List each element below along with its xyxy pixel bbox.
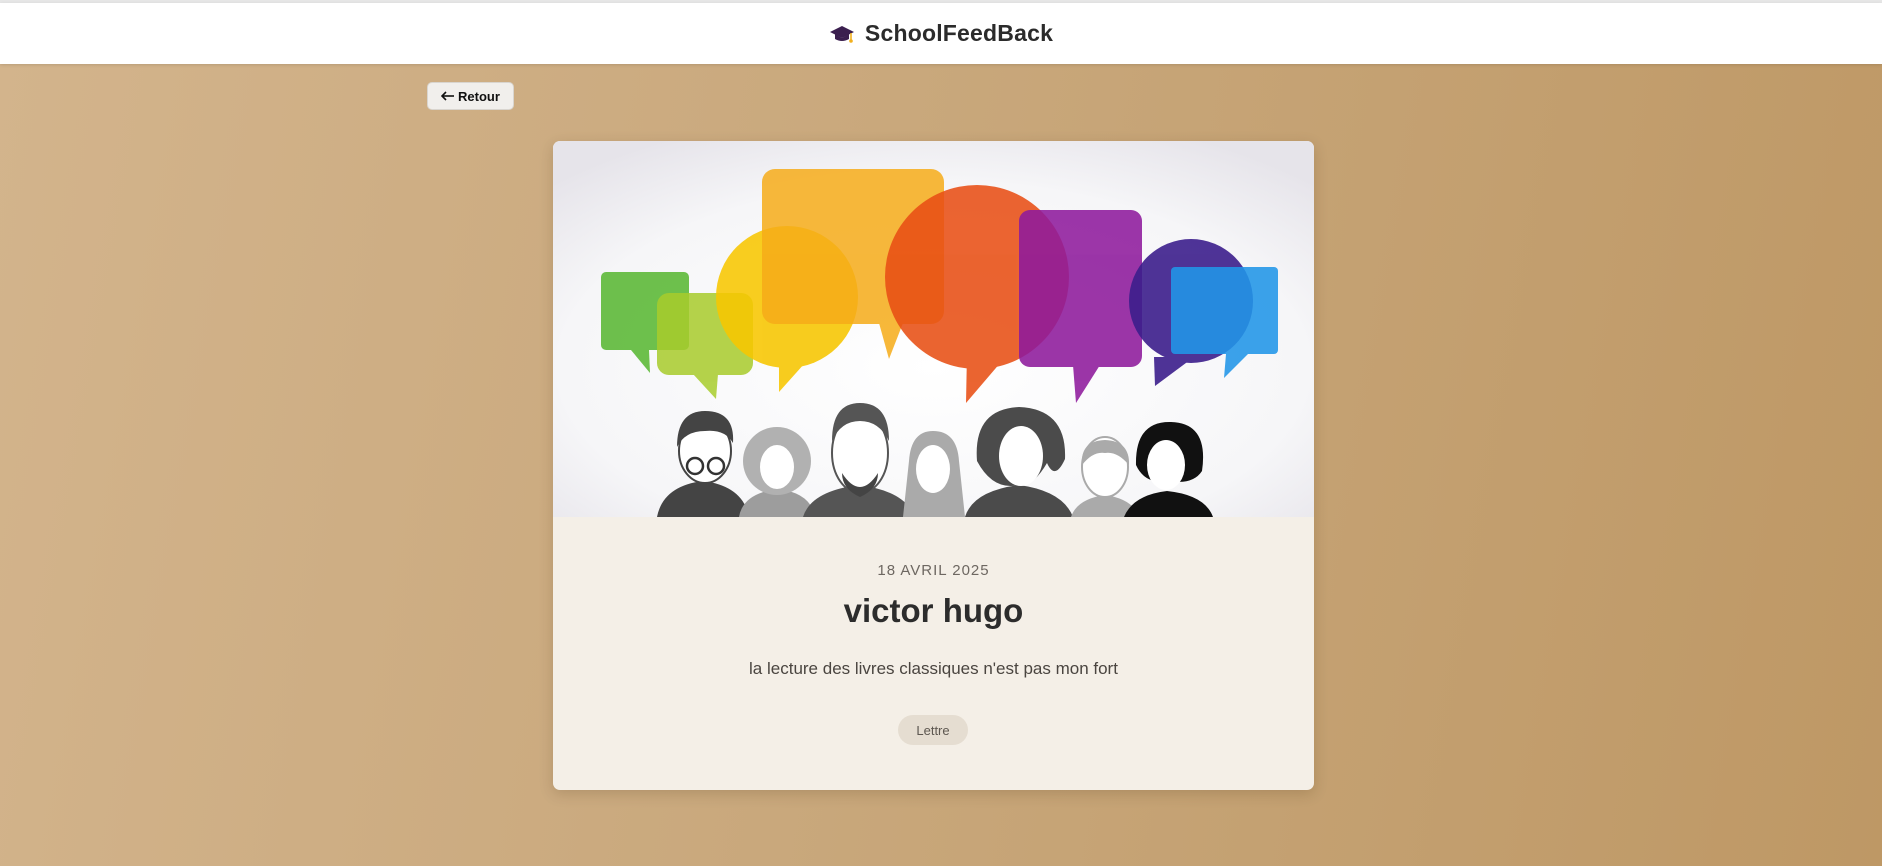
back-button[interactable]: Retour (427, 82, 514, 110)
speech-bubbles-people-illustration (553, 141, 1314, 517)
feedback-author: victor hugo (843, 592, 1024, 629)
arrow-left-icon (440, 89, 455, 104)
feedback-card: 18 AVRIL 2025 victor hugo la lecture des… (553, 141, 1314, 790)
feedback-excerpt: la lecture des livres classiques n'est p… (749, 659, 1118, 678)
category-tag[interactable]: Lettre (898, 715, 968, 745)
back-button-label: Retour (458, 88, 500, 104)
brand[interactable]: SchoolFeedBack (829, 20, 1053, 47)
top-navbar: SchoolFeedBack (0, 3, 1882, 64)
feedback-date: 18 AVRIL 2025 (877, 562, 990, 579)
brand-title: SchoolFeedBack (864, 20, 1054, 46)
graduation-cap-icon (829, 21, 855, 47)
